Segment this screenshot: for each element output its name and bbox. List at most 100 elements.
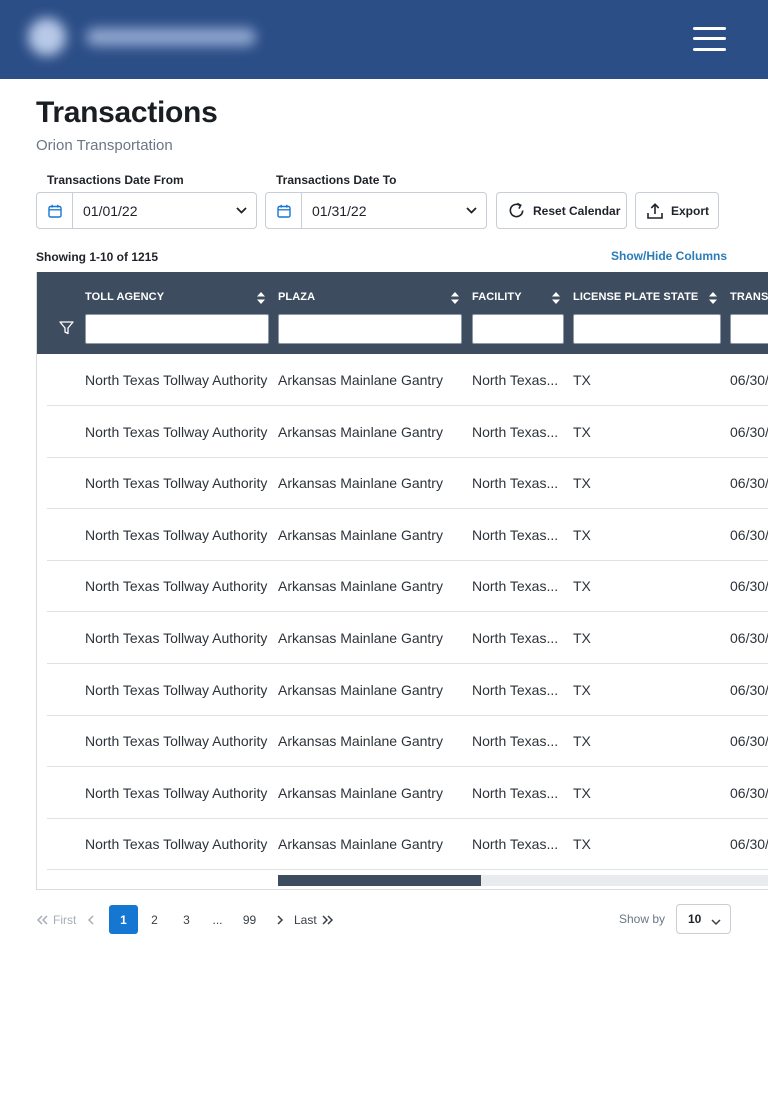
last-page-label: Last [294,912,317,927]
transaction-date-cell: 06/30/ [730,526,768,543]
date-from-label: Transactions Date From [47,173,184,187]
date-to-label: Transactions Date To [276,173,397,187]
transaction-date-cell: 06/30/ [730,784,768,801]
plaza-cell: Arkansas Mainlane Gantry [278,475,443,492]
next-page-button[interactable] [276,905,284,934]
hamburger-menu-icon[interactable] [693,25,726,53]
first-page-label: First [53,912,77,927]
transaction-date-filter-input[interactable] [730,314,768,344]
date-to-value: 01/31/22 [312,202,367,219]
facility-cell: North Texas... [472,784,559,801]
toll-agency-cell: North Texas Tollway Authority [85,423,268,440]
sort-icon[interactable] [708,291,718,305]
sort-icon[interactable] [450,291,460,305]
plaza-cell: Arkansas Mainlane Gantry [278,733,443,750]
chevron-down-icon [456,207,486,214]
license-plate-state-cell: TX [573,372,591,388]
transaction-date-cell: 06/30/ [730,475,768,492]
table-row[interactable]: North Texas Tollway Authority Arkansas Ma… [47,818,768,871]
transaction-date-cell: 06/30/ [730,372,768,388]
facility-cell: North Texas... [472,423,559,440]
plaza-cell: Arkansas Mainlane Gantry [278,681,443,698]
first-page-button[interactable]: First [36,905,76,934]
filter-icon[interactable] [59,321,74,340]
calendar-icon [266,193,302,228]
toll-agency-cell: North Texas Tollway Authority [85,630,268,646]
rows-per-page-value: 10 [688,912,702,926]
transaction-date-cell: 06/30/ [730,681,768,698]
plaza-cell: Arkansas Mainlane Gantry [278,784,443,801]
page-ellipsis: ... [212,912,223,927]
chevron-down-icon [711,915,721,929]
show-hide-columns-link[interactable]: Show/Hide Columns [611,249,727,263]
plaza-cell: Arkansas Mainlane Gantry [278,578,443,595]
column-header-toll-agency[interactable]: TOLL AGENCY [85,291,164,303]
date-from-picker[interactable]: 01/01/22 [36,192,257,229]
export-button[interactable]: Export [635,192,719,229]
transaction-date-cell: 06/30/ [730,630,768,646]
license-plate-state-cell: TX [573,630,591,646]
table-row[interactable]: North Texas Tollway Authority Arkansas Ma… [47,612,768,664]
license-plate-state-cell: TX [573,423,591,440]
page-99-button[interactable]: 99 [235,905,264,934]
date-to-picker[interactable]: 01/31/22 [265,192,487,229]
page-3-button[interactable]: 3 [172,905,201,934]
column-header-plaza[interactable]: PLAZA [278,291,315,303]
toll-agency-cell: North Texas Tollway Authority [85,372,268,388]
license-plate-state-cell: TX [573,681,591,698]
rows-per-page-select[interactable]: 10 [676,904,731,934]
transactions-table: TOLL AGENCY PLAZA FACILITY LICENSE PLATE… [36,272,768,890]
toll-agency-filter-input[interactable] [85,314,269,344]
column-header-license-plate-state[interactable]: LICENSE PLATE STATE [573,291,698,303]
sort-icon[interactable] [551,291,561,305]
export-label: Export [671,203,710,218]
table-row[interactable]: North Texas Tollway Authority Arkansas Ma… [47,457,768,510]
show-by-label: Show by [619,912,666,926]
page-2-button[interactable]: 2 [140,905,169,934]
last-page-button[interactable]: Last [294,905,334,934]
reset-calendar-button[interactable]: Reset Calendar [496,192,627,229]
facility-filter-input[interactable] [472,314,564,344]
plaza-cell: Arkansas Mainlane Gantry [278,630,443,646]
plaza-filter-input[interactable] [278,314,462,344]
horizontal-scrollbar[interactable] [278,875,768,886]
refresh-icon [507,201,526,220]
license-plate-state-filter-input[interactable] [573,314,721,344]
brand-logo[interactable] [28,18,256,56]
table-row[interactable]: North Texas Tollway Authority Arkansas Ma… [47,664,768,716]
facility-cell: North Texas... [472,372,559,388]
toll-agency-cell: North Texas Tollway Authority [85,475,268,492]
page-1-button[interactable]: 1 [109,905,138,934]
table-row[interactable]: North Texas Tollway Authority Arkansas Ma… [47,509,768,561]
license-plate-state-cell: TX [573,836,591,853]
toll-agency-cell: North Texas Tollway Authority [85,526,268,543]
sort-icon[interactable] [256,291,266,305]
table-row[interactable]: North Texas Tollway Authority Arkansas Ma… [47,354,768,406]
page-title: Transactions [36,96,218,129]
column-header-facility[interactable]: FACILITY [472,291,522,303]
column-header-transaction-date[interactable]: TRANSA [730,291,768,303]
transaction-date-cell: 06/30/ [730,836,768,853]
license-plate-state-cell: TX [573,784,591,801]
table-row[interactable]: North Texas Tollway Authority Arkansas Ma… [47,715,768,768]
facility-cell: North Texas... [472,526,559,543]
toll-agency-cell: North Texas Tollway Authority [85,784,268,801]
license-plate-state-cell: TX [573,733,591,750]
toll-agency-cell: North Texas Tollway Authority [85,836,268,853]
license-plate-state-cell: TX [573,578,591,595]
reset-calendar-label: Reset Calendar [533,203,621,218]
top-navigation-bar [0,0,768,79]
plaza-cell: Arkansas Mainlane Gantry [278,526,443,543]
previous-page-button[interactable] [87,905,95,934]
page-subtitle: Orion Transportation [36,137,173,154]
toll-agency-cell: North Texas Tollway Authority [85,733,268,750]
plaza-cell: Arkansas Mainlane Gantry [278,372,443,388]
table-row[interactable]: North Texas Tollway Authority Arkansas Ma… [47,767,768,819]
chevron-down-icon [226,207,256,214]
scrollbar-thumb[interactable] [278,875,481,886]
table-row[interactable]: North Texas Tollway Authority Arkansas Ma… [47,560,768,613]
date-from-value: 01/01/22 [83,202,138,219]
table-row[interactable]: North Texas Tollway Authority Arkansas Ma… [47,406,768,458]
facility-cell: North Texas... [472,836,559,853]
transaction-date-cell: 06/30/ [730,578,768,595]
